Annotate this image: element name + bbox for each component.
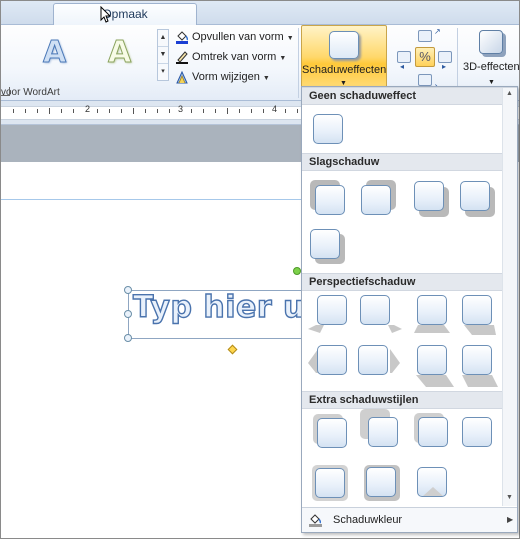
shadow-icon (329, 31, 359, 59)
change-shape-icon (176, 70, 188, 84)
option-drop-shadow-2[interactable] (361, 185, 391, 215)
shadow-toggle-button[interactable]: % (415, 47, 435, 67)
nudge-up-arrow-icon: ↗ (434, 27, 441, 36)
gallery-scrollbar[interactable]: ▲ ▼ (502, 88, 517, 506)
wordart-styles-gallery[interactable]: A A (1, 29, 156, 81)
mouse-pointer-icon (100, 6, 112, 23)
option-perspective-4[interactable] (462, 295, 492, 325)
rotate-handle[interactable] (293, 267, 301, 275)
tab-opmaak[interactable]: Opmaak (53, 3, 197, 26)
wordart-style-green[interactable]: A (107, 35, 131, 71)
resize-handle[interactable] (124, 286, 132, 294)
resize-handle[interactable] (124, 334, 132, 342)
3d-icon (479, 30, 503, 54)
section-no-shadow: Geen schaduweffect (302, 87, 517, 105)
fill-shape-button[interactable]: Opvullen van vorm ▼ (173, 27, 298, 47)
wordart-text[interactable]: Typ hier u (132, 289, 305, 325)
shadow-color-menu-item[interactable]: Schaduwkleur ▶ (302, 507, 517, 532)
scroll-down-icon[interactable]: ▼ (506, 494, 513, 501)
scroll-up-icon[interactable]: ▲ (506, 90, 513, 97)
ribbon-tab-strip: Opmaak (1, 1, 519, 26)
submenu-arrow-icon: ▶ (507, 515, 514, 524)
option-extra-6[interactable] (366, 467, 396, 497)
option-extra-5[interactable] (315, 468, 345, 498)
option-perspective-1[interactable] (317, 295, 347, 325)
ruler-number: 4 (272, 104, 278, 114)
wordart-group-label: voor WordArt (1, 87, 60, 98)
option-perspective-3[interactable] (417, 295, 447, 325)
chevron-down-icon: ▼ (488, 79, 495, 86)
change-shape-button[interactable]: Vorm wijzigen ▼ (173, 67, 298, 87)
option-no-shadow[interactable] (313, 114, 343, 144)
option-perspective-7[interactable] (417, 345, 447, 375)
nudge-left-arrow-icon: ◂ (400, 62, 405, 71)
resize-handle[interactable] (124, 310, 132, 318)
option-perspective-2[interactable] (360, 295, 390, 325)
option-extra-3[interactable] (418, 417, 448, 447)
wordart-style-blue[interactable]: A (42, 35, 66, 71)
option-drop-shadow-4[interactable] (460, 181, 490, 211)
section-perspective-shadow: Perspectiefschaduw (302, 273, 517, 291)
section-extra-shadow-styles: Extra schaduwstijlen (302, 391, 517, 409)
option-drop-shadow-1[interactable] (315, 185, 345, 215)
fill-bucket-icon (176, 31, 189, 44)
option-extra-1[interactable] (317, 418, 347, 448)
option-extra-2[interactable] (368, 417, 398, 447)
outline-pen-icon (176, 51, 188, 64)
nudge-right-arrow-icon: ▸ (442, 62, 447, 71)
nudge-down-button[interactable] (418, 74, 432, 86)
shadow-nudge-group: ↗ ◂ % ▸ ↘ (396, 27, 452, 93)
ruler-number: 2 (85, 104, 91, 114)
nudge-up-button[interactable] (418, 30, 432, 42)
ribbon-separator (298, 28, 299, 98)
gallery-scroll[interactable]: ▲ ▼ ▾ (157, 29, 169, 81)
ruler-number: 3 (178, 104, 184, 114)
group-launcher-icon[interactable] (1, 87, 10, 96)
margin-guide (1, 199, 301, 200)
fill-bucket-icon (309, 514, 322, 527)
gallery-more-icon[interactable]: ▾ (158, 64, 168, 81)
option-perspective-6[interactable] (358, 345, 388, 375)
gallery-up-icon[interactable]: ▲ (158, 30, 168, 47)
option-perspective-8[interactable] (462, 345, 492, 375)
outline-shape-button[interactable]: Omtrek van vorm ▼ (173, 47, 298, 67)
shadow-effects-gallery: Geen schaduweffect Slagschaduw Perspecti… (301, 86, 518, 533)
gallery-down-icon[interactable]: ▼ (158, 47, 168, 64)
option-drop-shadow-3[interactable] (414, 181, 444, 211)
section-drop-shadow: Slagschaduw (302, 153, 517, 171)
option-extra-4[interactable] (462, 417, 492, 447)
shape-commands: Opvullen van vorm ▼ Omtrek van vorm ▼ Vorm… (173, 27, 298, 87)
option-drop-shadow-5[interactable] (310, 229, 340, 259)
option-perspective-5[interactable] (317, 345, 347, 375)
